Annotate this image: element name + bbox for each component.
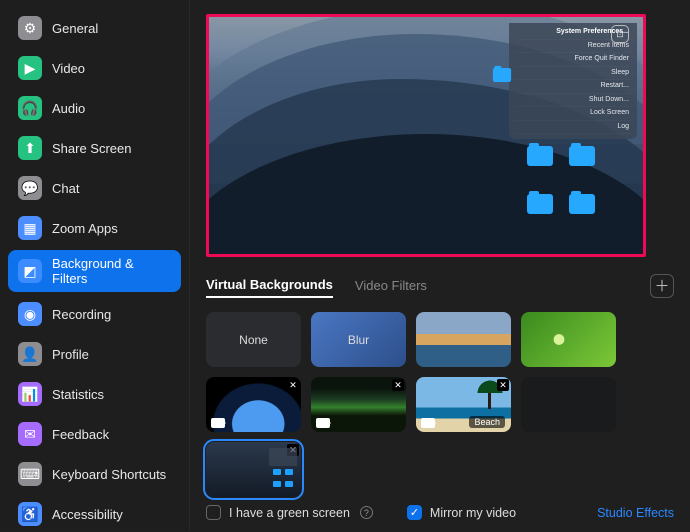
sidebar-item-background-filters[interactable]: ◩ Background & Filters xyxy=(8,250,181,292)
bg-thumb-dark[interactable] xyxy=(521,377,616,432)
feedback-icon: ✉ xyxy=(18,422,42,446)
mirror-video-option[interactable]: ✓ Mirror my video xyxy=(407,505,516,520)
folder-icon xyxy=(527,146,553,166)
sidebar-item-recording[interactable]: ◉ Recording xyxy=(8,296,181,332)
close-icon[interactable]: ✕ xyxy=(287,379,299,391)
accessibility-icon: ♿ xyxy=(18,502,42,526)
studio-effects-link[interactable]: Studio Effects xyxy=(597,506,674,520)
checkbox-icon[interactable] xyxy=(206,505,221,520)
sidebar-item-label: Accessibility xyxy=(52,507,123,522)
bg-thumb-earth[interactable]: ✕ xyxy=(206,377,301,432)
menu-item: Sleep xyxy=(515,67,631,81)
video-icon xyxy=(316,418,330,428)
help-icon[interactable]: ? xyxy=(360,506,373,519)
sidebar-item-profile[interactable]: 👤 Profile xyxy=(8,336,181,372)
sidebar-item-label: Background & Filters xyxy=(52,256,171,286)
plus-icon: ＋ xyxy=(654,275,669,296)
headphone-icon: 🎧 xyxy=(18,96,42,120)
settings-sidebar: ⚙ General ▶ Video 🎧 Audio ⬆ Share Screen 💬 Ch… xyxy=(0,0,190,530)
menu-item: Shut Down... xyxy=(515,94,631,108)
settings-panel-background-filters: System Preferences... Recent Items Force… xyxy=(190,0,690,530)
thumb-chip: Beach xyxy=(469,416,505,428)
bg-thumb-grass[interactable] xyxy=(521,312,616,367)
checkbox-label: Mirror my video xyxy=(430,506,516,520)
folder-icon xyxy=(569,194,595,214)
sidebar-item-video[interactable]: ▶ Video xyxy=(8,50,181,86)
sidebar-item-audio[interactable]: 🎧 Audio xyxy=(8,90,181,126)
share-icon: ⬆ xyxy=(18,136,42,160)
video-icon xyxy=(421,418,435,428)
sidebar-item-label: Share Screen xyxy=(52,141,132,156)
add-background-button[interactable]: ＋ xyxy=(650,274,674,298)
sidebar-item-feedback[interactable]: ✉ Feedback xyxy=(8,416,181,452)
record-icon: ◉ xyxy=(18,302,42,326)
sidebar-item-keyboard[interactable]: ⌨ Keyboard Shortcuts xyxy=(8,456,181,492)
tab-video-filters[interactable]: Video Filters xyxy=(355,274,427,297)
sidebar-item-label: General xyxy=(52,21,98,36)
sidebar-item-label: Feedback xyxy=(52,427,109,442)
thumb-label: None xyxy=(239,333,268,347)
sidebar-item-share-screen[interactable]: ⬆ Share Screen xyxy=(8,130,181,166)
keyboard-icon: ⌨ xyxy=(18,462,42,486)
folder-icon xyxy=(527,194,553,214)
apps-icon: ▦ xyxy=(18,216,42,240)
menu-item: Restart... xyxy=(515,80,631,94)
sidebar-item-zoom-apps[interactable]: ▦ Zoom Apps xyxy=(8,210,181,246)
sidebar-item-label: Zoom Apps xyxy=(52,221,118,236)
sidebar-item-accessibility[interactable]: ♿ Accessibility xyxy=(8,496,181,532)
green-screen-option[interactable]: I have a green screen ? xyxy=(206,505,373,520)
bg-thumb-beach[interactable]: ✕ Beach xyxy=(416,377,511,432)
close-icon[interactable]: ✕ xyxy=(497,379,509,391)
sidebar-item-general[interactable]: ⚙ General xyxy=(8,10,181,46)
chat-icon: 💬 xyxy=(18,176,42,200)
bg-thumb-blur[interactable]: Blur xyxy=(311,312,406,367)
menu-item: Lock Screen xyxy=(515,107,631,121)
sidebar-item-label: Audio xyxy=(52,101,85,116)
profile-icon: 👤 xyxy=(18,342,42,366)
sidebar-item-label: Profile xyxy=(52,347,89,362)
gear-icon: ⚙ xyxy=(18,16,42,40)
folder-icon xyxy=(493,68,511,82)
bg-thumb-none[interactable]: None xyxy=(206,312,301,367)
checkbox-label: I have a green screen xyxy=(229,506,350,520)
bg-thumb-sf[interactable] xyxy=(416,312,511,367)
sidebar-item-label: Video xyxy=(52,61,85,76)
tab-virtual-backgrounds[interactable]: Virtual Backgrounds xyxy=(206,273,333,298)
checkbox-icon[interactable]: ✓ xyxy=(407,505,422,520)
thumb-label: Blur xyxy=(348,333,369,347)
menu-item: Log xyxy=(515,121,631,135)
footer-options: I have a green screen ? ✓ Mirror my vide… xyxy=(206,497,674,520)
bg-thumb-aurora[interactable]: ✕ xyxy=(311,377,406,432)
sidebar-item-label: Keyboard Shortcuts xyxy=(52,467,166,482)
sidebar-item-chat[interactable]: 💬 Chat xyxy=(8,170,181,206)
bg-thumb-mountains[interactable]: ✕ xyxy=(206,442,301,497)
menu-item: Force Quit Finder xyxy=(515,53,631,67)
video-icon: ▶ xyxy=(18,56,42,80)
folder-icon xyxy=(569,146,595,166)
sidebar-item-label: Recording xyxy=(52,307,111,322)
background-thumbnails: None Blur ✕ ✕ ✕ Beach ✕ xyxy=(206,312,674,497)
sidebar-item-statistics[interactable]: 📊 Statistics xyxy=(8,376,181,412)
background-icon: ◩ xyxy=(18,259,42,283)
close-icon[interactable]: ✕ xyxy=(392,379,404,391)
video-preview-highlighted[interactable]: System Preferences... Recent Items Force… xyxy=(206,14,646,257)
background-tabs: Virtual Backgrounds Video Filters ＋ xyxy=(206,273,674,298)
stats-icon: 📊 xyxy=(18,382,42,406)
pin-icon[interactable]: ⊡ xyxy=(611,25,629,43)
video-icon xyxy=(211,418,225,428)
sidebar-item-label: Statistics xyxy=(52,387,104,402)
sidebar-item-label: Chat xyxy=(52,181,79,196)
